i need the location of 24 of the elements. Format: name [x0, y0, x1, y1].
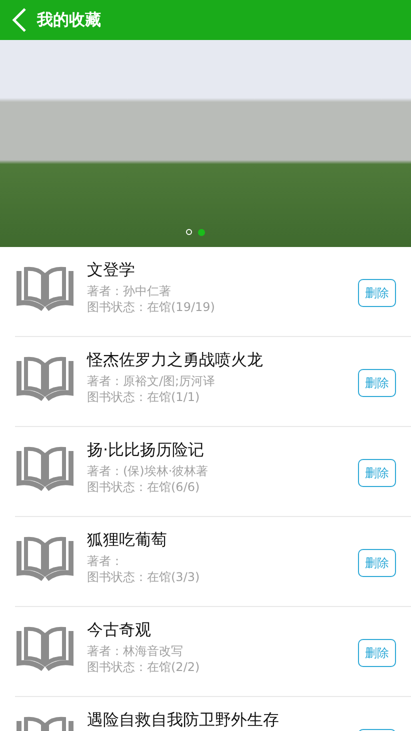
- delete-button[interactable]: 删除: [358, 459, 396, 487]
- book-status: 图书状态：在馆(2/2): [87, 659, 201, 675]
- book-title: 遇险自救自我防卫野外生存: [87, 711, 280, 729]
- book-author: 著者：原裕文/图;厉河译: [87, 373, 216, 389]
- book-author: 著者：: [87, 553, 124, 569]
- carousel-dot[interactable]: [198, 229, 205, 236]
- book-status: 图书状态：在馆(19/19): [87, 299, 216, 315]
- book-title: 怪杰佐罗力之勇战喷火龙: [87, 351, 264, 369]
- book-title: 今古奇观: [87, 621, 152, 639]
- book-title: 扬·比比扬历险记: [87, 441, 206, 459]
- book-title: 文登学: [87, 261, 136, 279]
- book-title: 狐狸吃葡萄: [87, 531, 168, 549]
- back-icon[interactable]: [11, 7, 27, 33]
- delete-button[interactable]: 删除: [358, 279, 396, 307]
- book-status: 图书状态：在馆(3/3): [87, 569, 201, 585]
- delete-button[interactable]: 删除: [358, 369, 396, 397]
- delete-button[interactable]: 删除: [358, 549, 396, 577]
- book-status: 图书状态：在馆(1/1): [87, 389, 201, 405]
- delete-button[interactable]: 删除: [358, 639, 396, 667]
- book-author: 著者：(保)埃林·彼林著: [87, 463, 210, 479]
- page-title: 我的收藏: [37, 10, 101, 30]
- book-status: 图书状态：在馆(6/6): [87, 479, 201, 495]
- book-author: 著者：孙中仁著: [87, 283, 172, 299]
- book-author: 著者：林海音改写: [87, 643, 184, 659]
